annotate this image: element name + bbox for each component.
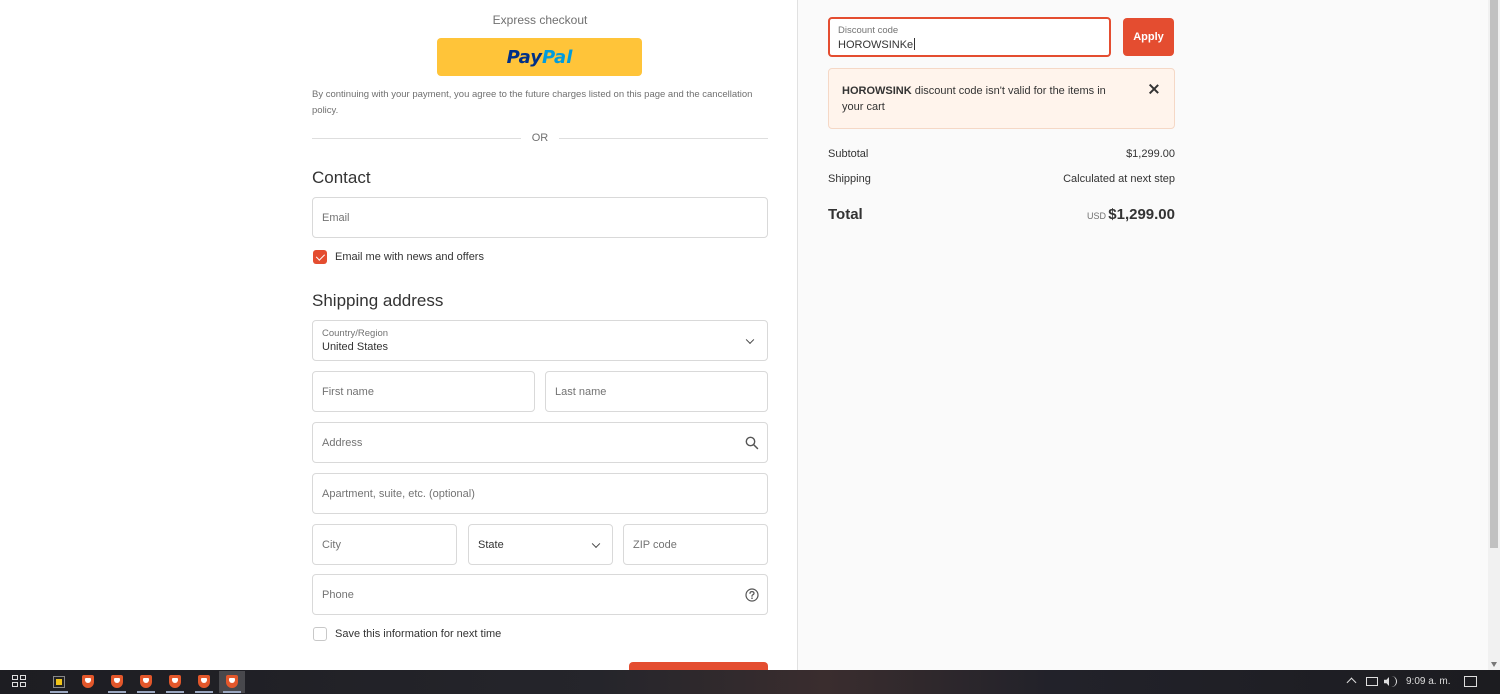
scrollbar-thumb[interactable] [1490,0,1498,548]
brave-icon [226,675,238,688]
checkout-main-column: Express checkout PayPal By continuing wi… [0,0,797,670]
discount-code-input[interactable]: Discount code HOROWSINKe [828,17,1111,57]
news-checkbox[interactable] [313,250,327,264]
express-checkout-title: Express checkout [492,13,588,27]
total-value: $1,299.00 [1108,206,1175,223]
brave-icon [169,675,181,688]
state-select[interactable]: State [468,524,613,565]
shipping-value: Calculated at next step [1063,173,1175,185]
taskbar-app-explorer[interactable] [46,671,72,693]
brave-icon [82,675,94,688]
help-icon[interactable] [745,588,759,602]
total-row: Total USD $1,299.00 [828,206,1175,223]
subtotal-row: Subtotal $1,299.00 [828,148,1175,160]
task-view-icon[interactable] [12,675,28,689]
shipping-title: Shipping address [312,291,444,310]
save-info-checkbox[interactable] [313,627,327,641]
payment-policy-text: By continuing with your payment, you agr… [312,89,753,116]
chevron-down-icon [745,335,755,344]
news-checkbox-label: Email me with news and offers [335,251,484,263]
discount-error-message: HOROWSINK discount code isn't valid for … [842,85,1106,113]
close-icon[interactable] [1147,82,1161,96]
app-icon [53,676,65,688]
phone-field[interactable]: Phone [312,574,768,615]
taskbar-app-browser-3[interactable] [133,671,159,693]
zip-field[interactable]: ZIP code [623,524,768,565]
volume-wave-icon [1391,676,1397,687]
brave-icon [140,675,152,688]
total-currency: USD [1086,211,1106,221]
taskbar-app-browser-1[interactable] [75,671,101,693]
clock[interactable]: 9:09 a. m. [1406,670,1450,694]
last-name-field[interactable]: Last name [545,371,768,412]
taskbar-app-browser-5[interactable] [191,671,217,693]
text-caret [914,38,916,50]
brave-icon [111,675,123,688]
show-hidden-icons-icon[interactable] [1346,677,1357,688]
paypal-button[interactable]: PayPal [437,38,642,76]
page-scrollbar[interactable] [1488,0,1500,670]
country-select[interactable]: Country/Region United States [312,320,768,361]
first-name-field[interactable]: First name [312,371,535,412]
or-divider: OR [312,132,768,146]
discount-error-banner: HOROWSINK discount code isn't valid for … [828,68,1175,129]
taskbar-app-browser-4[interactable] [162,671,188,693]
subtotal-value: $1,299.00 [1126,148,1175,160]
checkout-page: Express checkout PayPal By continuing wi… [0,0,1500,670]
email-field[interactable]: Email [312,197,768,238]
continue-button[interactable] [629,662,768,670]
taskbar-app-browser-6[interactable] [219,671,245,693]
notifications-icon[interactable] [1464,676,1477,687]
taskbar: 9:09 a. m. [0,670,1500,694]
scroll-down-arrow-icon[interactable] [1491,662,1497,667]
volume-icon[interactable] [1384,677,1389,686]
city-field[interactable]: City [312,524,457,565]
shipping-row: Shipping Calculated at next step [828,173,1175,185]
apartment-field[interactable]: Apartment, suite, etc. (optional) [312,473,768,514]
apply-button[interactable]: Apply [1123,18,1174,56]
chevron-down-icon [591,539,601,548]
save-info-label: Save this information for next time [335,628,502,640]
paypal-logo: PayPal [506,46,573,68]
search-icon [745,436,759,450]
contact-title: Contact [312,168,371,187]
taskbar-app-browser-2[interactable] [104,671,130,693]
network-icon[interactable] [1366,677,1378,686]
address-field[interactable]: Address [312,422,768,463]
brave-icon [198,675,210,688]
